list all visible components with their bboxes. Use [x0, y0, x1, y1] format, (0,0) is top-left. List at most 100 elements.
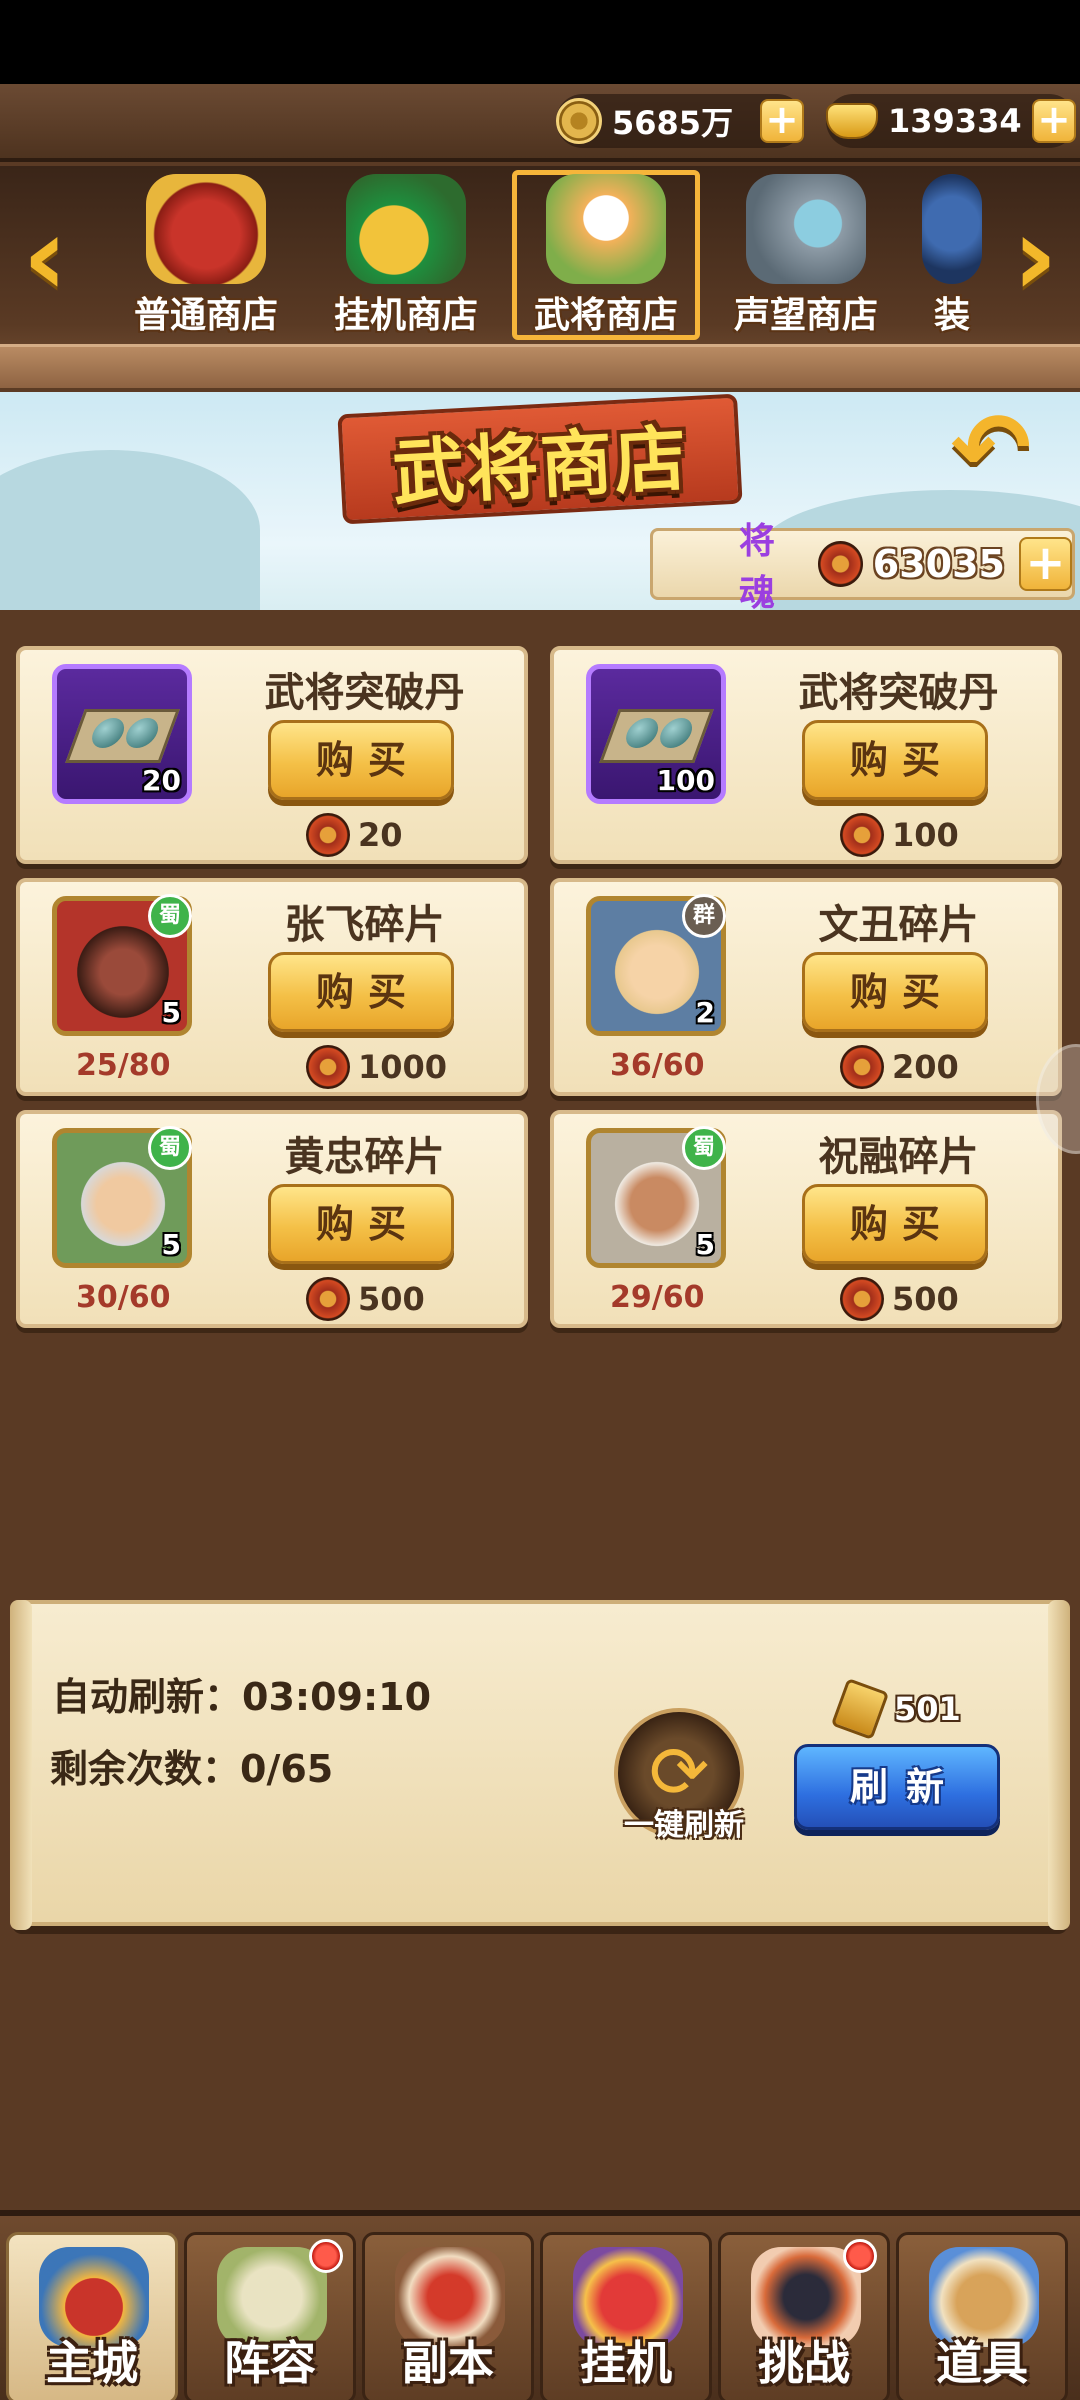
hero-soul-icon — [840, 1045, 884, 1089]
wood-shelf — [0, 344, 1080, 392]
equipment-icon — [922, 174, 982, 284]
prestige-icon — [746, 174, 866, 284]
soul-label: 将魂 — [739, 521, 776, 610]
auto-refresh-timer: 自动刷新：03:09:10 — [52, 1675, 432, 1719]
hero-soul-icon — [306, 1045, 350, 1089]
remaining-refresh-count: 剩余次数：0/65 — [50, 1747, 334, 1791]
breakthrough-pill-icon — [599, 709, 714, 763]
idle-coin-icon — [346, 174, 466, 284]
tab-idle-shop[interactable]: 挂机商店 — [306, 170, 506, 350]
hero-soul-counter: 将魂 63035 + — [650, 521, 1075, 610]
shop-item-card: 蜀 5 30/60 黄忠碎片 购买 500 — [16, 1110, 528, 1328]
price-value: 100 — [892, 816, 959, 854]
gold-ingot-icon — [826, 103, 878, 139]
copper-coin-icon — [556, 98, 602, 144]
nav-label: 道具 — [936, 2336, 1028, 2390]
notification-dot — [843, 2239, 877, 2273]
hero-soul-icon — [840, 1277, 884, 1321]
tab-equipment-shop[interactable]: 装 — [906, 170, 982, 350]
breakthrough-pill-icon — [65, 709, 180, 763]
item-quantity: 100 — [656, 764, 715, 797]
copper-coin-counter: 5685万 + — [556, 94, 804, 148]
nav-label: 挂机 — [580, 2336, 672, 2390]
ingot-value: 139334 — [888, 102, 1022, 140]
shop-tab-strip: ‹ 普通商店 挂机商店 武将商店 声望商店 装 › — [0, 166, 1080, 392]
tab-label: 武将商店 — [533, 295, 678, 336]
item-price: 1000 — [306, 1044, 447, 1090]
hero-soul-icon — [840, 813, 884, 857]
item-name: 祝融碎片 — [818, 1134, 979, 1180]
nav-label: 主城 — [46, 2336, 138, 2390]
shop-item-card: 蜀 5 25/80 张飞碎片 购买 1000 — [16, 878, 528, 1096]
item-name: 文丑碎片 — [818, 902, 979, 948]
nav-idle[interactable]: 挂机 — [540, 2232, 712, 2400]
price-value: 500 — [892, 1280, 959, 1318]
treasure-chest-icon — [146, 174, 266, 284]
fragment-progress: 36/60 — [610, 1048, 705, 1083]
item-quantity: 2 — [695, 996, 715, 1029]
faction-badge: 群 — [682, 894, 726, 938]
item-name: 武将突破丹 — [264, 670, 465, 716]
nav-label: 阵容 — [224, 2336, 316, 2390]
nav-items[interactable]: 道具 — [896, 2232, 1068, 2400]
copper-coin-value: 5685万 — [612, 104, 734, 142]
item-icon[interactable]: 20 — [52, 664, 192, 804]
one-key-refresh-label[interactable]: 一键刷新 — [604, 1800, 764, 1844]
hero-soul-icon — [817, 541, 863, 587]
item-name: 张飞碎片 — [284, 902, 445, 948]
item-price: 500 — [306, 1276, 425, 1322]
system-status-bar — [0, 0, 1080, 84]
refresh-button[interactable]: 刷新 — [794, 1744, 1000, 1830]
price-value: 500 — [358, 1280, 425, 1318]
buy-button[interactable]: 购买 — [268, 1184, 454, 1264]
refresh-token-icon — [830, 1677, 890, 1741]
hero-soul-icon — [306, 1277, 350, 1321]
shop-item-card: 群 2 36/60 文丑碎片 购买 200 — [550, 878, 1062, 1096]
buy-button[interactable]: 购买 — [802, 952, 988, 1032]
scroll-roll-right — [1048, 1600, 1070, 1930]
nav-label: 挑战 — [758, 2336, 850, 2390]
faction-badge: 蜀 — [148, 1126, 192, 1170]
soul-value: 63035 — [872, 542, 1005, 586]
nav-main-city[interactable]: 主城 — [6, 2232, 178, 2400]
buy-button[interactable]: 购买 — [268, 720, 454, 800]
item-name: 武将突破丹 — [798, 670, 999, 716]
tab-prestige-shop[interactable]: 声望商店 — [706, 170, 906, 350]
prev-tab-arrow[interactable]: ‹ — [10, 201, 80, 316]
next-tab-arrow[interactable]: › — [1000, 201, 1070, 316]
item-quantity: 5 — [161, 996, 181, 1029]
buy-button[interactable]: 购买 — [802, 720, 988, 800]
faction-badge: 蜀 — [682, 1126, 726, 1170]
nav-label: 副本 — [402, 2336, 494, 2390]
add-copper-button[interactable]: + — [760, 99, 804, 143]
back-arrow-icon[interactable]: ↶ — [932, 400, 1050, 496]
item-quantity: 5 — [695, 1228, 715, 1261]
price-value: 20 — [358, 816, 403, 854]
price-value: 200 — [892, 1048, 959, 1086]
add-ingot-button[interactable]: + — [1032, 99, 1076, 143]
refresh-token-counter: 501 — [830, 1677, 961, 1741]
faction-badge: 蜀 — [148, 894, 192, 938]
nav-challenge[interactable]: 挑战 — [718, 2232, 890, 2400]
nav-lineup[interactable]: 阵容 — [184, 2232, 356, 2400]
shop-item-card: 20 武将突破丹 购买 20 — [16, 646, 528, 864]
buy-button[interactable]: 购买 — [268, 952, 454, 1032]
refresh-token-value: 501 — [894, 1690, 961, 1728]
shop-header: 武将商店 ↶ 将魂 63035 + — [0, 392, 1080, 610]
fragment-progress: 29/60 — [610, 1280, 705, 1315]
add-soul-button[interactable]: + — [1018, 537, 1073, 591]
item-name: 黄忠碎片 — [284, 1134, 445, 1180]
refresh-panel: 自动刷新：03:09:10 剩余次数：0/65 ⟳ 一键刷新 501 刷新 — [10, 1600, 1070, 1930]
nav-dungeon[interactable]: 副本 — [362, 2232, 534, 2400]
currency-bar: 5685万 + 139334 + — [0, 84, 1080, 162]
item-icon[interactable]: 100 — [586, 664, 726, 804]
tab-general-shop[interactable]: 普通商店 — [106, 170, 306, 350]
tab-label: 挂机商店 — [333, 295, 478, 336]
item-price: 100 — [840, 812, 959, 858]
tab-hero-shop[interactable]: 武将商店 — [506, 170, 706, 350]
buy-button[interactable]: 购买 — [802, 1184, 988, 1264]
bottom-nav: 主城 阵容 副本 挂机 挑战 道具 — [0, 2210, 1080, 2400]
hero-soul-icon — [306, 813, 350, 857]
shop-title-banner: 武将商店 — [337, 393, 743, 525]
tab-label: 普通商店 — [133, 295, 278, 336]
